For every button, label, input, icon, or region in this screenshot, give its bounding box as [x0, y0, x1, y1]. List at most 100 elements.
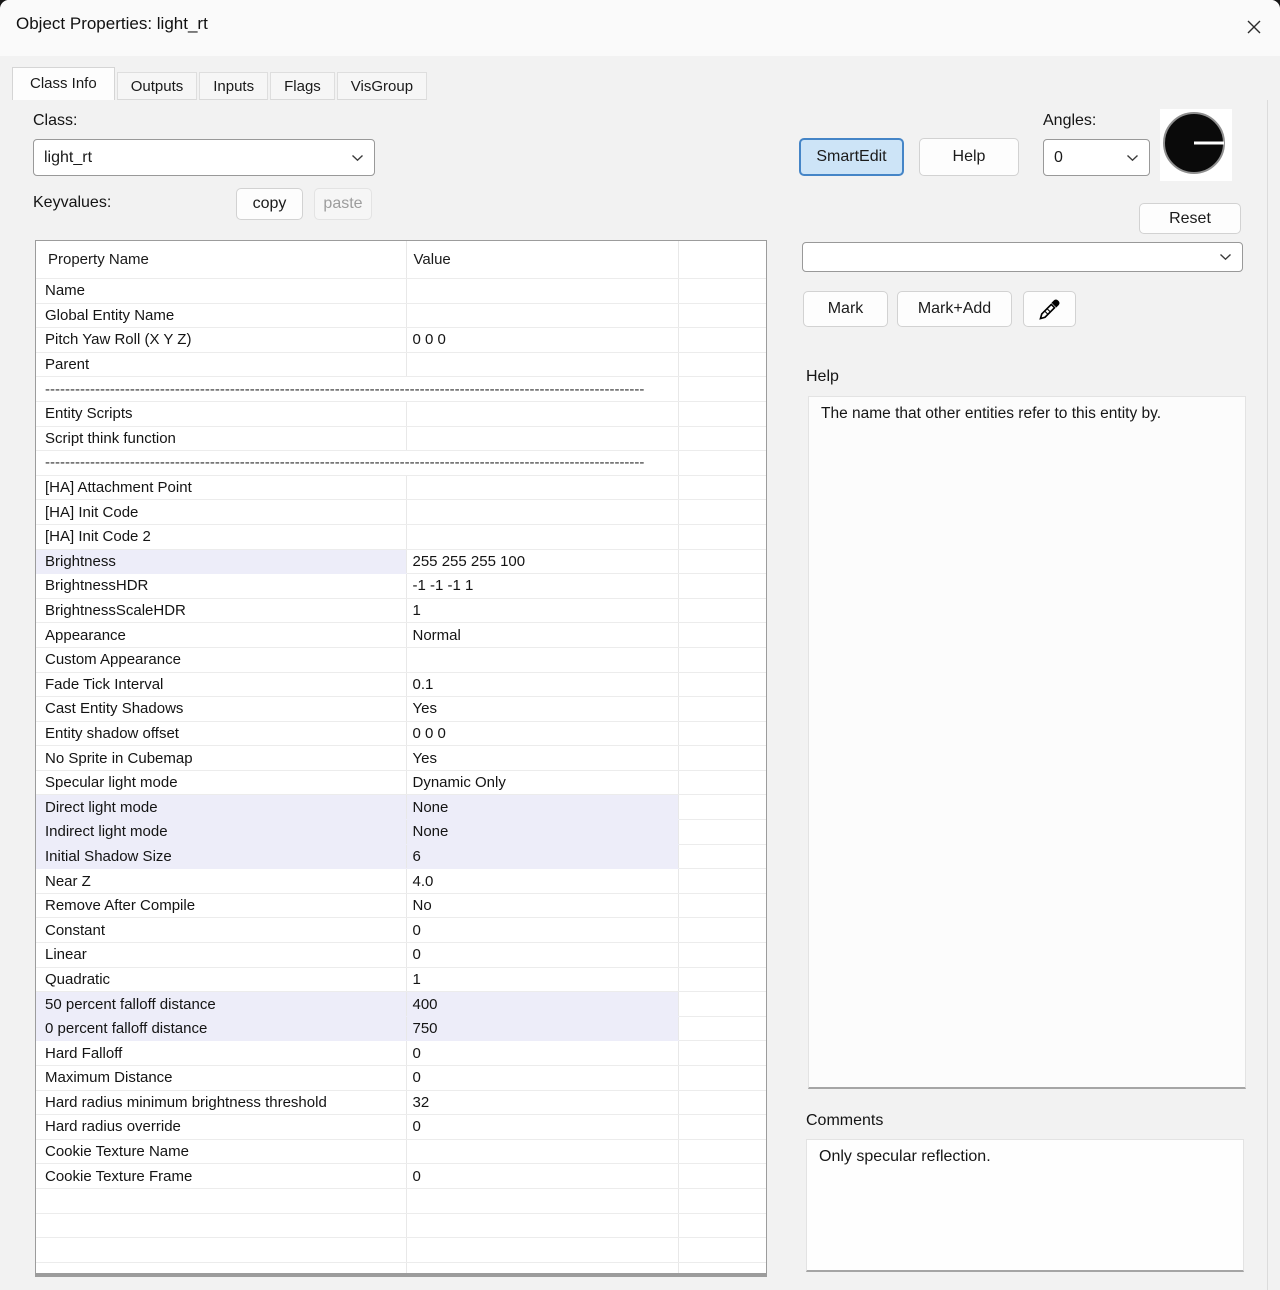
table-row[interactable]: Constant 0	[36, 917, 766, 944]
property-value[interactable]: No	[406, 893, 679, 919]
keyvalue-filter-combo[interactable]	[802, 242, 1243, 272]
property-name[interactable]: Appearance	[36, 622, 407, 648]
property-value[interactable]: 0	[406, 917, 679, 944]
property-name[interactable]: Pitch Yaw Roll (X Y Z)	[36, 327, 407, 353]
table-row[interactable]: Name	[36, 278, 766, 304]
help-button[interactable]: Help	[919, 138, 1019, 176]
table-row[interactable]: Entity shadow offset 0 0 0	[36, 721, 766, 747]
table-row[interactable]	[36, 1237, 766, 1263]
table-row[interactable]: Quadratic 1	[36, 967, 766, 993]
property-value[interactable]: -1 -1 -1 1	[406, 573, 679, 599]
mark-add-button[interactable]: Mark+Add	[897, 291, 1012, 327]
property-value[interactable]: 0.1	[406, 672, 679, 698]
table-row[interactable]: [HA] Attachment Point	[36, 475, 766, 501]
property-value[interactable]	[406, 426, 679, 452]
table-row[interactable]: ----------------------------------------…	[36, 376, 766, 402]
table-row[interactable]: Linear 0	[36, 942, 766, 968]
property-name[interactable]: 50 percent falloff distance	[36, 991, 407, 1017]
tab-visgroup[interactable]: VisGroup	[336, 72, 428, 100]
property-name[interactable]	[36, 1188, 407, 1214]
table-row[interactable]: Hard radius override 0	[36, 1114, 766, 1140]
property-name[interactable]: Brightness	[36, 549, 407, 575]
tab-class-info[interactable]: Class Info	[12, 67, 115, 100]
table-row[interactable]: Custom Appearance	[36, 647, 766, 673]
close-button[interactable]	[1234, 8, 1274, 46]
angles-combo[interactable]: 0	[1043, 139, 1150, 176]
reset-button[interactable]: Reset	[1139, 203, 1241, 234]
property-name[interactable]: Hard Falloff	[36, 1040, 407, 1066]
property-value[interactable]: None	[406, 794, 679, 821]
property-name[interactable]: Constant	[36, 917, 407, 944]
table-row[interactable]: Hard radius minimum brightness threshold…	[36, 1090, 766, 1116]
table-row[interactable]: Brightness 255 255 255 100	[36, 549, 766, 575]
property-name[interactable]: Initial Shadow Size	[36, 844, 407, 870]
column-header-property-name[interactable]: Property Name	[36, 241, 407, 279]
table-row[interactable]: Near Z 4.0	[36, 868, 766, 894]
tab-flags[interactable]: Flags	[270, 72, 335, 100]
table-row[interactable]: Indirect light mode None	[36, 819, 766, 845]
table-row[interactable]: Maximum Distance 0	[36, 1065, 766, 1091]
copy-button[interactable]: copy	[236, 188, 303, 220]
property-value[interactable]	[406, 303, 679, 329]
property-name[interactable]: BrightnessScaleHDR	[36, 598, 407, 624]
property-value[interactable]: Dynamic Only	[406, 770, 679, 796]
table-row[interactable]: Entity Scripts	[36, 401, 766, 427]
property-name[interactable]: Name	[36, 278, 407, 304]
property-name[interactable]: Cookie Texture Name	[36, 1139, 407, 1165]
property-value[interactable]: 32	[406, 1090, 679, 1116]
table-row[interactable]: Remove After Compile No	[36, 893, 766, 919]
tab-outputs[interactable]: Outputs	[116, 72, 198, 100]
property-value[interactable]	[406, 1262, 679, 1273]
property-name[interactable]: Hard radius override	[36, 1114, 407, 1140]
property-name[interactable]	[36, 1262, 407, 1273]
table-row[interactable]: Cast Entity Shadows Yes	[36, 696, 766, 722]
property-name[interactable]: Entity shadow offset	[36, 721, 407, 747]
property-value[interactable]	[406, 1213, 679, 1239]
table-row[interactable]: Specular light mode Dynamic Only	[36, 770, 766, 796]
property-value[interactable]: 400	[406, 991, 679, 1017]
table-row[interactable]: [HA] Init Code	[36, 499, 766, 525]
table-row[interactable]: Direct light mode None	[36, 794, 766, 821]
property-value[interactable]	[406, 1188, 679, 1214]
property-name[interactable]: [HA] Init Code	[36, 499, 407, 525]
smartedit-button[interactable]: SmartEdit	[799, 138, 904, 176]
table-row[interactable]: Global Entity Name	[36, 303, 766, 329]
property-name[interactable]: Global Entity Name	[36, 303, 407, 329]
property-name[interactable]: Maximum Distance	[36, 1065, 407, 1091]
table-row[interactable]	[36, 1188, 766, 1214]
property-name[interactable]: 0 percent falloff distance	[36, 1016, 407, 1042]
property-name[interactable]: Quadratic	[36, 967, 407, 993]
property-value[interactable]: 4.0	[406, 868, 679, 894]
table-row[interactable]: ----------------------------------------…	[36, 450, 766, 476]
property-value[interactable]: 0	[406, 942, 679, 968]
table-row[interactable]: BrightnessScaleHDR 1	[36, 598, 766, 624]
eyedropper-button[interactable]	[1023, 291, 1076, 327]
table-row[interactable]: 0 percent falloff distance 750	[36, 1016, 766, 1042]
property-value[interactable]: 0	[406, 1163, 679, 1189]
property-value[interactable]	[406, 475, 679, 501]
property-value[interactable]: Normal	[406, 622, 679, 648]
property-value[interactable]: 1	[406, 967, 679, 993]
table-row[interactable]: Hard Falloff 0	[36, 1040, 766, 1066]
property-value[interactable]	[406, 278, 679, 304]
property-value[interactable]: 1	[406, 598, 679, 624]
table-row[interactable]: Initial Shadow Size 6	[36, 844, 766, 870]
property-name[interactable]: Cast Entity Shadows	[36, 696, 407, 722]
property-value[interactable]	[406, 524, 679, 550]
table-row[interactable]: Parent	[36, 352, 766, 378]
table-row[interactable]: BrightnessHDR -1 -1 -1 1	[36, 573, 766, 599]
table-row[interactable]: Cookie Texture Frame 0	[36, 1163, 766, 1189]
table-row[interactable]: Script think function	[36, 426, 766, 452]
property-value[interactable]	[406, 352, 679, 378]
tab-inputs[interactable]: Inputs	[199, 72, 269, 100]
property-name[interactable]: Cookie Texture Frame	[36, 1163, 407, 1189]
property-value[interactable]: None	[406, 819, 679, 845]
table-row[interactable]: Pitch Yaw Roll (X Y Z) 0 0 0	[36, 327, 766, 353]
property-value[interactable]	[406, 401, 679, 427]
property-name[interactable]: Entity Scripts	[36, 401, 407, 427]
property-value[interactable]	[406, 1237, 679, 1263]
table-row[interactable]: [HA] Init Code 2	[36, 524, 766, 550]
property-value[interactable]: 6	[406, 844, 679, 870]
table-row[interactable]: Fade Tick Interval 0.1	[36, 672, 766, 698]
angle-dial[interactable]	[1160, 109, 1232, 181]
